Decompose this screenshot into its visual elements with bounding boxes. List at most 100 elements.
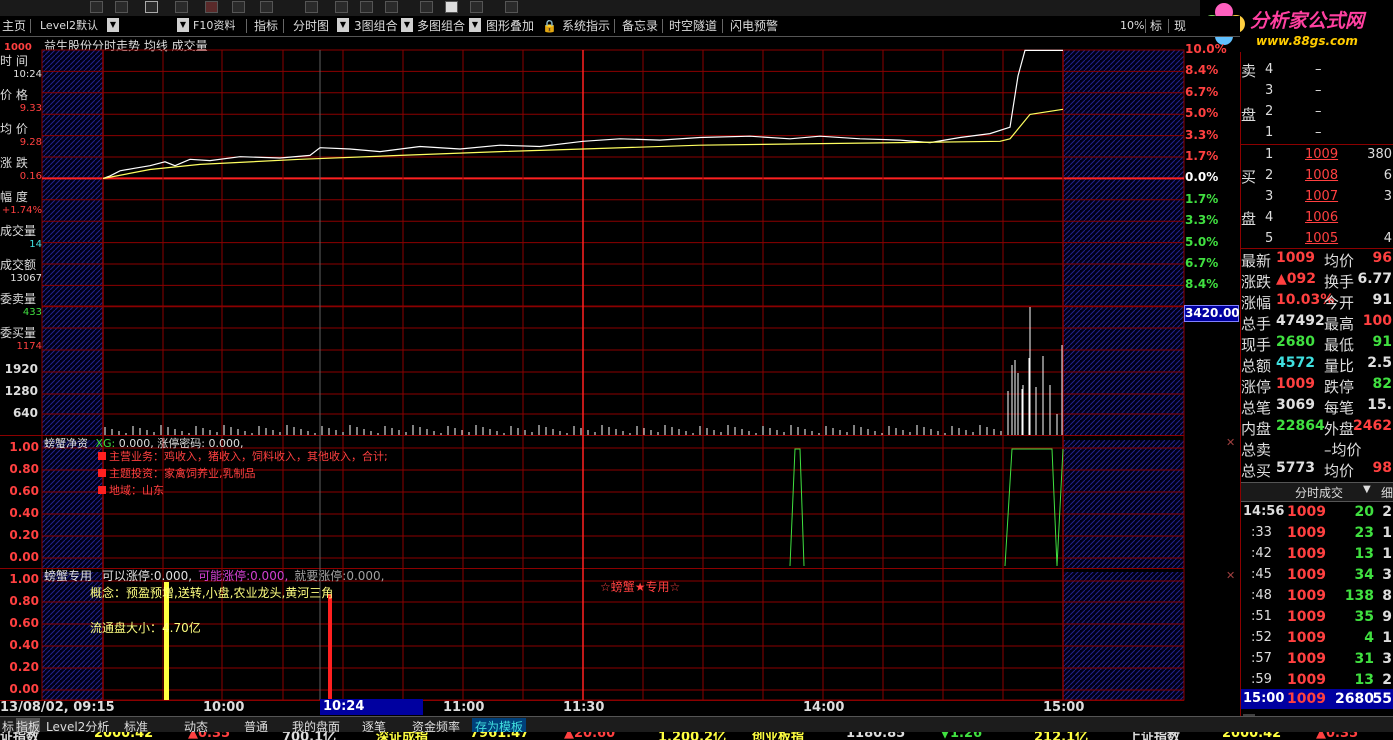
panel3-item-label: 可以涨停: xyxy=(101,569,154,583)
panel2-info-text: 主题投资：家禽饲养业,乳制品 xyxy=(109,467,256,480)
stat-label-2: 跌停 xyxy=(1324,378,1355,396)
stat-value-2: 91 xyxy=(1372,292,1392,308)
logo-title: 分析家公式网 xyxy=(1250,10,1365,32)
last-tick-row[interactable]: 15:00 1009 2680 55 xyxy=(1241,689,1393,709)
buy-level: 3 xyxy=(1265,189,1274,204)
tick-price: 1009 xyxy=(1287,525,1326,541)
stat-value-2: 82 xyxy=(1372,376,1392,392)
panel3-header: 螃蟹专用 可以涨停:0.000, 可能涨停:0.000, 就要涨停:0.000, xyxy=(44,567,385,584)
tick-volume: 23 xyxy=(1354,525,1374,541)
price-axis-label: 1.7% xyxy=(1185,191,1219,206)
stat-value: 22864 xyxy=(1276,418,1325,434)
panel3-item-label: 可能涨停: xyxy=(198,569,251,583)
pan-label-2: 盘 xyxy=(1241,210,1257,228)
stat-label: 现手 xyxy=(1241,336,1272,354)
buy-volume: 4 xyxy=(1383,231,1392,246)
tick-header[interactable]: 分时成交 ▼ 细 xyxy=(1241,482,1393,502)
price-axis-label: 5.0% xyxy=(1185,234,1219,249)
stat-value-2: 2462 xyxy=(1353,418,1392,434)
bullet-square-icon xyxy=(98,486,106,494)
ticker-item: ▼1.26 xyxy=(940,732,983,740)
tick-time: :48 xyxy=(1251,588,1272,603)
tick-count: 3 xyxy=(1382,567,1392,583)
sell-price: – xyxy=(1315,125,1322,140)
tick-price: 1009 xyxy=(1287,504,1326,520)
stat-value-2: 6.77 xyxy=(1357,271,1392,287)
time-tick: 11:00 xyxy=(443,700,485,715)
float-cap-text: 流通盘大小：4.70亿 xyxy=(90,621,201,635)
ticker-item: 700.1亿 xyxy=(282,732,337,740)
stat-label-2: 外盘 xyxy=(1324,420,1355,438)
panel3-y-tick: 0.60 xyxy=(9,616,39,630)
stat-value: 47492 xyxy=(1276,313,1325,329)
tick-price: 1009 xyxy=(1287,588,1326,604)
panel2-y-tick: 1.00 xyxy=(9,440,39,454)
ticker-item: 证指数 xyxy=(0,732,40,740)
pan-label: 盘 xyxy=(1241,106,1257,124)
stat-label-2: 每笔 xyxy=(1324,399,1355,417)
price-axis-label: 3.3% xyxy=(1185,127,1219,142)
ticker-item: ▲0.35 xyxy=(188,732,231,740)
panel3-red-spike xyxy=(328,594,332,700)
stat-value-2: 98 xyxy=(1372,460,1392,476)
stat-label-2: 量比 xyxy=(1324,357,1355,375)
tick-time: :33 xyxy=(1251,525,1272,540)
tick-count: 2 xyxy=(1382,672,1392,688)
stat-value: 2680 xyxy=(1276,334,1315,350)
intraday-chart[interactable]: ✕ ✕ xyxy=(0,0,1240,716)
price-axis-label: 8.4% xyxy=(1185,63,1219,78)
ticker-item: 1180.85 xyxy=(846,732,906,740)
time-tick: 11:30 xyxy=(563,700,605,715)
ticker-item: 上证指数 xyxy=(1128,732,1181,740)
tick-time: :42 xyxy=(1251,546,1272,561)
tick-volume: 4 xyxy=(1364,630,1374,646)
panel2-y-tick: 0.20 xyxy=(9,528,39,542)
panel2-signal xyxy=(1004,448,1064,567)
stat-label: 总卖 xyxy=(1241,441,1272,459)
panel2-info-line: 主营业务：鸡收入，猪收入，饲料收入，其他收入，合计; xyxy=(98,448,388,464)
stat-label: 总笔 xyxy=(1241,399,1272,417)
sell-level: 4 xyxy=(1265,62,1274,77)
ticker-item: 创业板指 xyxy=(752,732,805,740)
panel3-y-axis: 1.00 0.80 0.60 0.40 0.20 0.00 xyxy=(0,572,42,702)
tick-count: 9 xyxy=(1382,609,1392,625)
panel3-close-icon: ✕ xyxy=(1226,569,1235,582)
postmarket-zone xyxy=(1063,440,1184,568)
buy-level: 2 xyxy=(1265,168,1274,183)
stat-value: 4572 xyxy=(1276,355,1315,371)
stat-label: 涨跌 xyxy=(1241,273,1272,291)
tick-count: 1 xyxy=(1382,525,1392,541)
premarket-zone xyxy=(42,440,103,568)
bullet-square-icon xyxy=(98,469,106,477)
tick-volume: 20 xyxy=(1354,504,1374,520)
ticker-item: 2000.42 xyxy=(94,732,154,740)
ticker-item: 7961.47 xyxy=(470,732,530,740)
tick-dropdown-icon: ▼ xyxy=(1363,484,1371,495)
tick-volume: 34 xyxy=(1354,567,1374,583)
panel3-y-tick: 0.40 xyxy=(9,638,39,652)
index-ticker: 证指数 2000.42 ▲0.35 700.1亿 深证成指 7961.47 ▲20.60 1,… xyxy=(0,732,1393,740)
panel3-y-tick: 1.00 xyxy=(9,572,39,586)
panel2-y-tick: 0.60 xyxy=(9,484,39,498)
stat-label-2: 最低 xyxy=(1324,336,1355,354)
price-axis-label: 1.7% xyxy=(1185,149,1219,163)
stat-value-2: 15. xyxy=(1367,397,1392,413)
last-tick-volume: 2680 xyxy=(1335,691,1374,707)
price-axis-label: 8.4% xyxy=(1185,277,1219,292)
tick-count: 1 xyxy=(1382,546,1392,562)
buy-price: 1006 xyxy=(1305,210,1339,225)
price-axis: 10.0% 8.4% 6.7% 5.0% 3.3% 1.7% 0.0% 1.7% 3.3% 5.0… xyxy=(1184,40,1240,300)
tick-price: 1009 xyxy=(1287,630,1326,646)
buy-level: 4 xyxy=(1265,210,1274,225)
sell-level: 1 xyxy=(1265,125,1274,140)
bullet-square-icon xyxy=(98,452,106,460)
last-tick-time: 15:00 xyxy=(1243,691,1285,706)
tick-time: :51 xyxy=(1251,609,1272,624)
postmarket-zone xyxy=(1063,572,1184,700)
panel2-title: 螃蟹净资 xyxy=(44,437,88,450)
divider xyxy=(1241,144,1393,145)
sell-price: – xyxy=(1315,62,1322,77)
time-axis: 13/08/02, 09:15 10:00 11:00 11:30 14:00 15:00… xyxy=(0,699,1240,716)
panel3-y-tick: 0.00 xyxy=(9,682,39,696)
time-tick: 14:00 xyxy=(803,700,845,715)
